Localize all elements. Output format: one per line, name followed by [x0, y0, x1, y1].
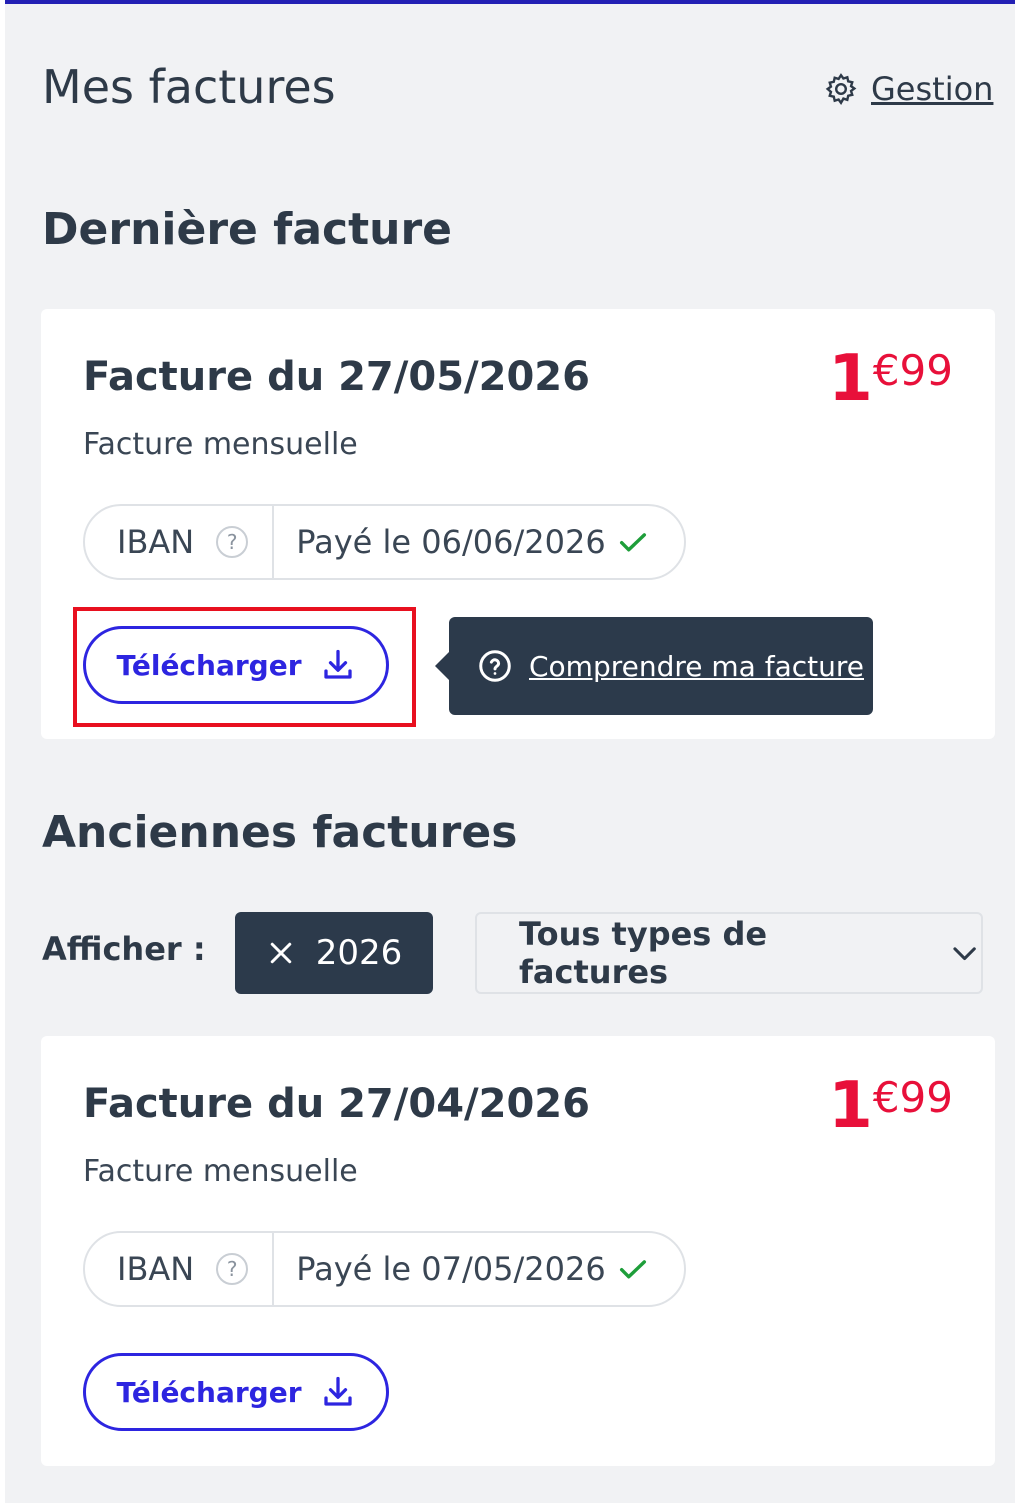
download-label: Télécharger	[116, 1375, 302, 1409]
amount-integer: 1	[828, 342, 873, 416]
chevron-down-icon	[953, 947, 976, 961]
amount-integer: 1	[828, 1069, 873, 1143]
help-icon[interactable]: ?	[216, 526, 249, 558]
payment-method: IBAN ?	[85, 506, 275, 578]
invoice-title: Facture du 27/04/2026	[83, 1081, 590, 1127]
gear-icon	[825, 73, 857, 106]
download-label: Télécharger	[116, 648, 302, 682]
payment-method-label: IBAN	[117, 1250, 195, 1288]
check-icon	[619, 533, 646, 552]
payment-method: IBAN ?	[85, 1233, 275, 1305]
download-icon	[323, 649, 352, 679]
page-title: Mes factures	[42, 60, 336, 114]
amount-decimal: €99	[872, 1073, 953, 1122]
invoice-title: Facture du 27/05/2026	[83, 354, 590, 400]
download-button[interactable]: Télécharger	[83, 1353, 389, 1431]
invoice-type-select-value: Tous types de factures	[519, 915, 768, 991]
understand-invoice-tooltip[interactable]: Comprendre ma facture	[435, 617, 873, 715]
close-icon	[270, 942, 291, 964]
older-section-title: Anciennes factures	[42, 807, 518, 858]
older-invoice-card: Facture du 27/04/2026 1 €99 Facture mens…	[41, 1036, 995, 1466]
filter-label: Afficher :	[42, 930, 206, 968]
understand-invoice-link[interactable]: Comprendre ma facture	[529, 650, 864, 683]
invoice-type: Facture mensuelle	[83, 427, 358, 462]
invoice-amount: 1 €99	[828, 1069, 953, 1143]
download-button[interactable]: Télécharger	[83, 626, 389, 704]
gestion-label: Gestion	[871, 70, 994, 108]
invoice-type: Facture mensuelle	[83, 1154, 358, 1189]
payment-pill: IBAN ? Payé le 06/06/2026	[83, 504, 686, 580]
filter-row: Afficher : 2026 Tous types de factures	[42, 912, 992, 996]
help-icon[interactable]: ?	[216, 1253, 249, 1285]
download-icon	[323, 1376, 352, 1406]
payment-pill: IBAN ? Payé le 07/05/2026	[83, 1231, 686, 1307]
invoice-type-select[interactable]: Tous types de factures	[475, 912, 983, 994]
check-icon	[619, 1260, 646, 1279]
invoices-panel: Mes factures Gestion Dernière facture Fa…	[5, 0, 1015, 1503]
payment-status-label: Payé le 06/06/2026	[296, 523, 606, 561]
gestion-link[interactable]: Gestion	[823, 70, 993, 108]
amount-decimal: €99	[872, 346, 953, 395]
invoice-amount: 1 €99	[828, 342, 953, 416]
payment-status-label: Payé le 07/05/2026	[296, 1250, 606, 1288]
payment-status: Payé le 07/05/2026	[274, 1250, 683, 1288]
year-filter-label: 2026	[315, 933, 403, 973]
payment-status: Payé le 06/06/2026	[274, 523, 683, 561]
payment-method-label: IBAN	[117, 523, 195, 561]
question-circle-icon	[479, 650, 511, 682]
year-filter-chip[interactable]: 2026	[235, 912, 433, 994]
latest-section-title: Dernière facture	[42, 204, 452, 255]
